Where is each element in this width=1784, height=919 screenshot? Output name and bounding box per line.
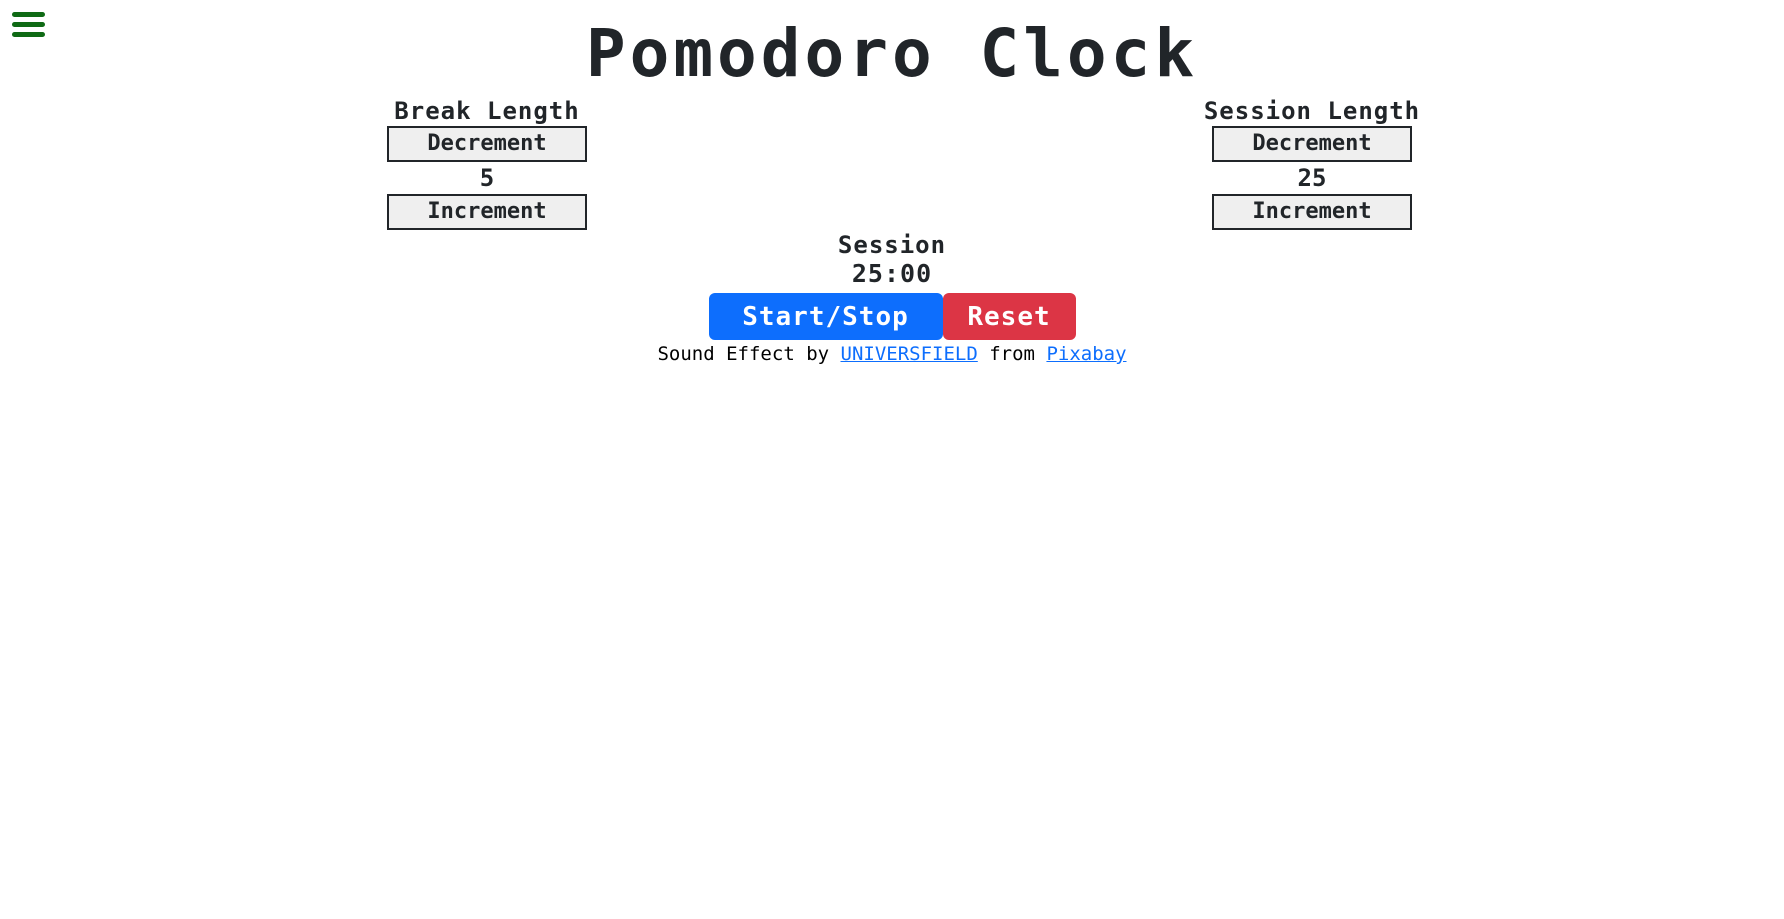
break-length-label: Break Length	[394, 97, 580, 125]
timer-actions: Start/Stop Reset	[0, 293, 1784, 340]
break-decrement-button[interactable]: Decrement	[387, 126, 587, 162]
break-increment-button[interactable]: Increment	[387, 194, 587, 230]
source-link[interactable]: Pixabay	[1046, 343, 1126, 365]
break-control: Break Length Decrement 5 Increment	[357, 96, 617, 230]
sound-credit: Sound Effect by UNIVERSFIELD from Pixaba…	[0, 342, 1784, 366]
credit-prefix: Sound Effect by	[657, 343, 841, 365]
session-increment-button[interactable]: Increment	[1212, 194, 1412, 230]
time-left: 25:00	[851, 259, 933, 288]
session-control: Session Length Decrement 25 Increment	[1182, 96, 1442, 230]
timer-label: Session	[837, 231, 947, 259]
session-length-label: Session Length	[1203, 97, 1421, 125]
credit-middle: from	[977, 343, 1047, 365]
author-link[interactable]: UNIVERSFIELD	[841, 343, 978, 365]
reset-button[interactable]: Reset	[942, 293, 1076, 340]
session-length-value: 25	[1297, 164, 1327, 192]
break-length-value: 5	[479, 164, 495, 192]
session-decrement-button[interactable]: Decrement	[1212, 126, 1412, 162]
page-title: Pomodoro Clock	[585, 15, 1199, 92]
timer-display: Session 25:00	[0, 230, 1784, 288]
start-stop-button[interactable]: Start/Stop	[708, 293, 943, 340]
